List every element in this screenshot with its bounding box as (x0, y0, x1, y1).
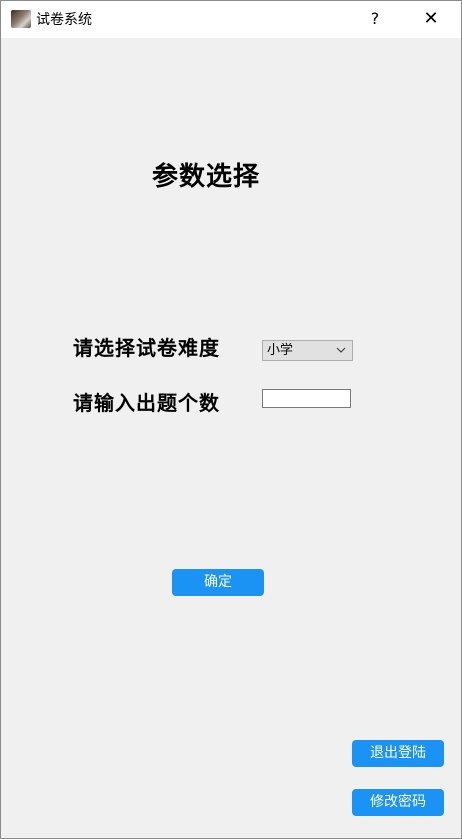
window-title: 试卷系统 (36, 12, 92, 28)
close-icon[interactable]: ✕ (415, 4, 447, 34)
difficulty-select[interactable]: 小学 (262, 340, 353, 361)
question-count-label: 请输入出题个数 (73, 391, 220, 415)
change-password-button[interactable]: 修改密码 (352, 789, 444, 816)
title-bar[interactable]: 试卷系统 ? ✕ (1, 1, 461, 38)
logout-button[interactable]: 退出登陆 (352, 740, 444, 767)
app-window: 试卷系统 ? ✕ 参数选择 请选择试卷难度 小学 请输入出题个数 确定 退出登陆… (0, 0, 462, 839)
app-icon (11, 10, 31, 28)
help-icon[interactable]: ? (362, 4, 388, 34)
page-title: 参数选择 (152, 162, 261, 192)
difficulty-label: 请选择试卷难度 (73, 336, 220, 360)
confirm-button[interactable]: 确定 (172, 569, 264, 596)
difficulty-select-value: 小学 (267, 343, 294, 358)
question-count-input[interactable] (262, 389, 351, 408)
chevron-down-icon (336, 347, 346, 353)
